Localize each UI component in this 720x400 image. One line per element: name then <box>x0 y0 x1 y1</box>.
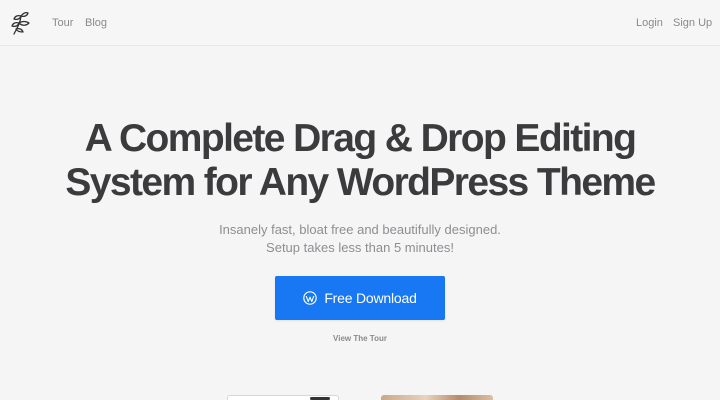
hero-subtitle-line-1: Insanely fast, bloat free and beautifull… <box>219 222 501 237</box>
hero-title: A Complete Drag & Drop Editing System fo… <box>0 117 720 205</box>
hero-title-line-1: A Complete Drag & Drop Editing <box>84 117 637 160</box>
hero-subtitle: Insanely fast, bloat free and beautifull… <box>0 221 720 257</box>
hero-title-line-2: System for Any WordPress Theme <box>65 161 656 204</box>
nav-link-sign-up[interactable]: Sign Up <box>673 16 712 30</box>
nav-link-blog[interactable]: Blog <box>85 16 107 30</box>
view-the-tour-link[interactable]: View The Tour <box>0 334 720 343</box>
nav-link-tour[interactable]: Tour <box>52 16 73 30</box>
top-navigation-bar: Tour Blog Login Sign Up <box>0 0 720 46</box>
preview-card-left <box>227 395 339 400</box>
page: Tour Blog Login Sign Up A Complete Drag … <box>0 0 720 400</box>
wordpress-icon <box>303 291 318 305</box>
hero-subtitle-line-2: Setup takes less than 5 minutes! <box>266 240 454 255</box>
free-download-button[interactable]: Free Download <box>275 276 445 320</box>
preview-card-right <box>381 395 493 400</box>
free-download-label: Free Download <box>324 290 417 306</box>
nav-link-login[interactable]: Login <box>636 16 663 30</box>
leaf-branch-icon[interactable] <box>10 10 32 36</box>
